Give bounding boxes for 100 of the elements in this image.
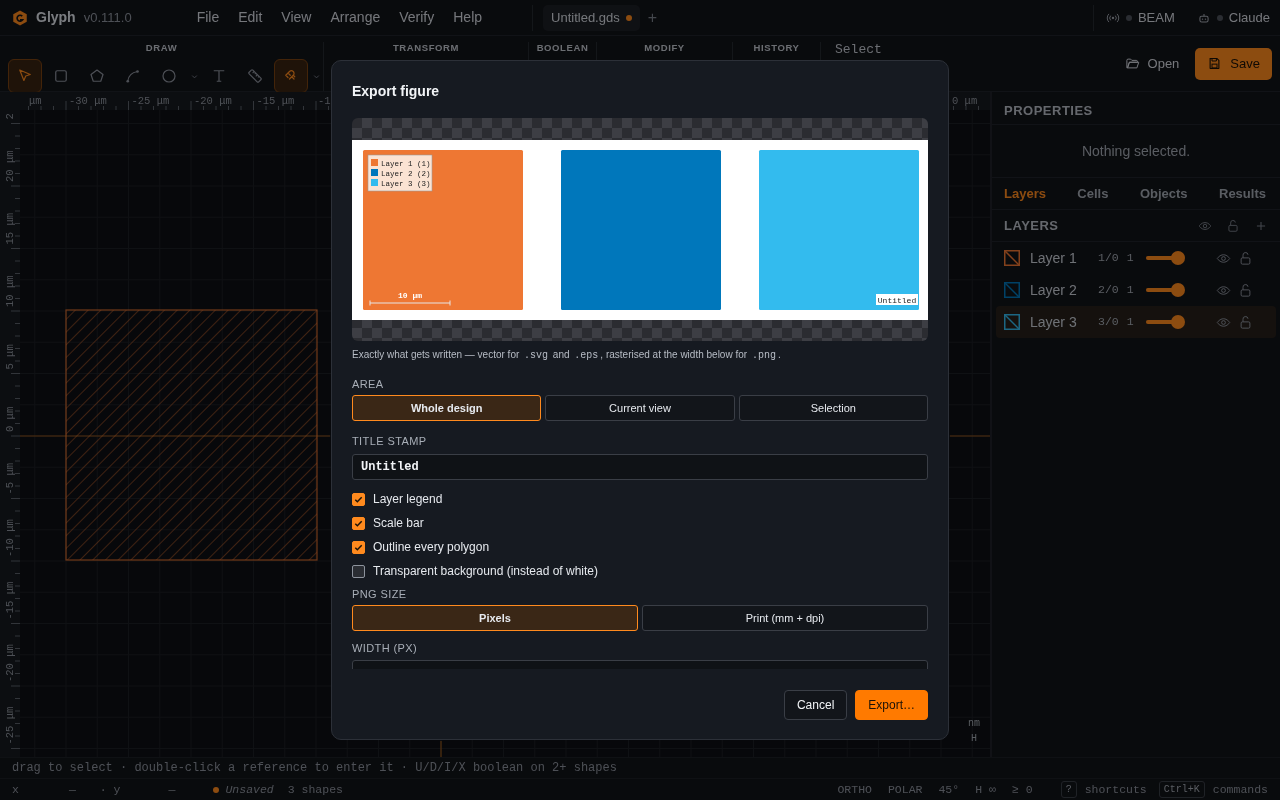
ruler-label: -10 μm <box>4 519 16 557</box>
ruler-label: -20 μm <box>4 644 16 682</box>
status-label: BEAM <box>1137 8 1175 27</box>
circle-icon <box>160 67 178 85</box>
lock-icon <box>1226 218 1240 233</box>
menu-item[interactable]: File <box>196 7 220 28</box>
panel-tab[interactable]: Objects <box>1135 183 1192 204</box>
group-label: MODIFY <box>643 42 686 54</box>
ruler-label: 0 μm <box>952 95 978 107</box>
mode-toggle[interactable]: POLAR <box>887 780 923 799</box>
segment-button[interactable]: Pixels <box>352 605 638 631</box>
title-stamp-field[interactable]: Untitled <box>352 454 928 480</box>
tool-button[interactable] <box>8 59 42 93</box>
save-state: Unsaved <box>225 781 274 798</box>
checkbox-label[interactable]: Outline every polygon <box>373 538 490 556</box>
coordinate-label: · y <box>99 781 121 798</box>
mode-toggle[interactable]: 45° <box>938 780 960 799</box>
checkbox[interactable] <box>352 492 365 506</box>
checkbox-label[interactable]: Scale bar <box>373 514 424 532</box>
save-button[interactable]: Save <box>1195 47 1272 80</box>
checkbox[interactable] <box>352 516 365 530</box>
lock-toggle[interactable] <box>1237 314 1254 330</box>
segment-button[interactable]: Current view <box>545 395 735 421</box>
mode-toggle[interactable]: ORTHO <box>837 780 872 799</box>
lock-toggle[interactable] <box>1237 250 1254 266</box>
menu-item[interactable]: Help <box>453 7 483 28</box>
ruler-label: 2 <box>4 113 16 120</box>
menu-item[interactable]: Arrange <box>330 7 381 28</box>
checkbox[interactable] <box>352 564 365 578</box>
menu-item[interactable]: Edit <box>238 7 263 28</box>
document-tab[interactable]: Untitled.gds <box>543 4 640 31</box>
layer-row[interactable]: Layer 1 1/0 1 <box>996 242 1276 274</box>
checkbox-label[interactable]: Layer legend <box>373 490 443 508</box>
curve-icon <box>124 67 142 85</box>
panel-tab[interactable]: Cells <box>1073 183 1113 204</box>
polygon-shape[interactable] <box>65 309 318 561</box>
checkbox[interactable] <box>352 540 365 554</box>
ruler-icon <box>246 67 264 85</box>
coordinate-value: — <box>68 781 76 798</box>
legend-swatch <box>371 159 378 166</box>
line-width-value: 1 <box>1126 250 1134 267</box>
segment-button[interactable]: Selection <box>738 395 928 421</box>
corner-label: nm <box>968 718 980 729</box>
ruler-label: 5 μm <box>4 344 16 370</box>
coordinate-label: x <box>12 781 19 798</box>
group-label: BOOLEAN <box>535 42 590 54</box>
pentagon-icon <box>88 67 106 85</box>
menu-item[interactable]: View <box>281 7 312 28</box>
dialog-title: Export figure <box>352 82 441 101</box>
app-name: Glyph <box>36 8 76 27</box>
tool-button[interactable] <box>274 59 308 93</box>
ruler-label: -30 μm <box>69 95 107 107</box>
slider-thumb[interactable] <box>1170 283 1185 297</box>
slider-thumb[interactable] <box>1170 251 1185 265</box>
segment-button[interactable]: Whole design <box>352 395 542 421</box>
segment-button[interactable]: Print (mm + dpi) <box>642 605 928 631</box>
ruler-label: -25 μm <box>131 95 170 107</box>
select-label: Select <box>835 42 882 58</box>
cancel-button[interactable]: Cancel <box>783 690 848 720</box>
slider-thumb[interactable] <box>1170 315 1185 329</box>
ruler-label: 15 μm <box>4 213 16 245</box>
field-label: PNG SIZE <box>352 587 408 601</box>
title-stamp: Untitled <box>876 294 918 305</box>
open-button[interactable]: Open <box>1124 53 1180 74</box>
legend-swatch <box>371 179 378 186</box>
lock-toggle[interactable] <box>1237 282 1254 298</box>
mode-toggle[interactable]: ≥ 0 <box>1011 780 1033 799</box>
folder-icon <box>1124 56 1140 71</box>
field-label: WIDTH (PX) <box>352 641 419 655</box>
corner-label: H <box>971 733 977 744</box>
layer-name: Layer 3 <box>1030 312 1078 332</box>
shortcut-label[interactable]: shortcuts <box>1084 780 1147 799</box>
square-icon <box>52 67 70 85</box>
layer-number: 3/0 <box>1098 314 1119 331</box>
ruler-label: 10 μm <box>4 275 16 307</box>
layer-row[interactable]: Layer 3 3/0 1 <box>996 306 1276 338</box>
shortcut-label[interactable]: commands <box>1212 780 1268 799</box>
scale-bar-label: 10 μm <box>398 291 422 300</box>
layer-swatch <box>1004 314 1020 330</box>
mode-toggle[interactable]: H ∞ <box>975 780 996 799</box>
ruler-label: μm <box>29 95 42 107</box>
menu-item[interactable]: Verify <box>399 7 435 28</box>
ruler-label: -1 <box>318 95 331 107</box>
coordinate-value: — <box>168 781 176 798</box>
panel-tab[interactable]: Layers <box>1000 183 1050 204</box>
section-heading: LAYERS <box>1004 216 1059 235</box>
ruler-label: 20 μm <box>4 150 16 182</box>
layer-name: Layer 2 <box>1030 280 1078 300</box>
panel-heading: PROPERTIES <box>992 92 1280 125</box>
preview-caption: Exactly what gets written — vector for .svg and .eps , rasterised at the width below for .png . <box>352 348 782 363</box>
layer-row[interactable]: Layer 2 2/0 1 <box>996 274 1276 306</box>
group-label: HISTORY <box>752 42 801 54</box>
export-button[interactable]: Export… <box>855 690 928 720</box>
lock-icon <box>1238 282 1254 298</box>
line-width-value: 1 <box>1126 282 1134 299</box>
checkbox-label[interactable]: Transparent background (instead of white) <box>373 562 598 580</box>
shape-count: 3 shapes <box>287 781 343 798</box>
version-label: v0.111.0 <box>83 8 132 27</box>
header-action-button[interactable] <box>1226 218 1240 233</box>
panel-tab[interactable]: Results <box>1215 183 1270 204</box>
